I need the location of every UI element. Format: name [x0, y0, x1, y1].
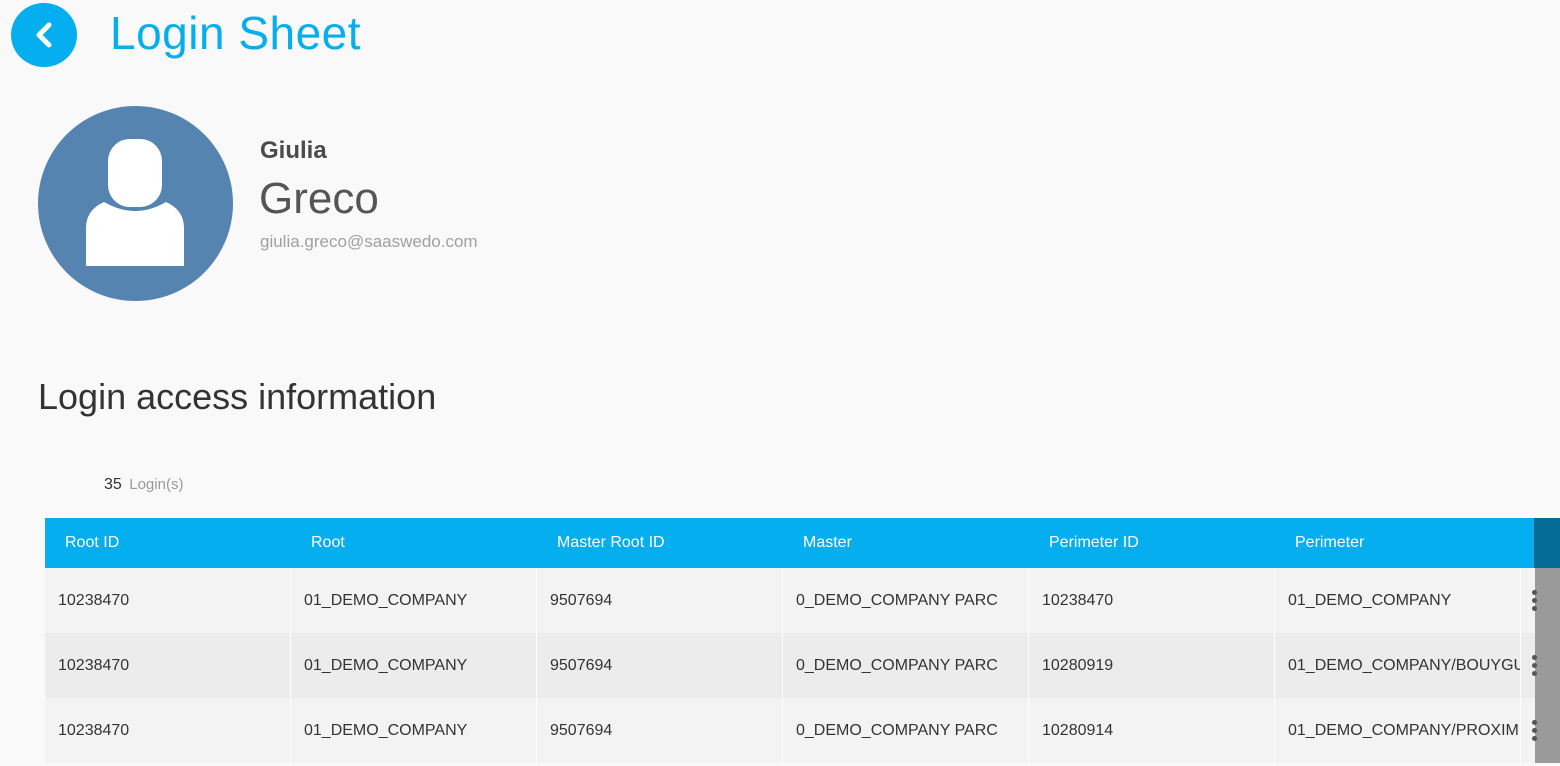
more-vertical-icon: [1532, 720, 1537, 741]
login-count: 35 Login(s): [104, 476, 183, 494]
more-vertical-icon: [1532, 655, 1537, 676]
column-header-root[interactable]: Root: [291, 518, 537, 568]
last-name: Greco: [259, 174, 379, 223]
column-header-master[interactable]: Master: [783, 518, 1029, 568]
cell-master: 0_DEMO_COMPANY PARC: [783, 698, 1029, 763]
column-header-root-id[interactable]: Root ID: [45, 518, 291, 568]
more-vertical-icon: [1532, 590, 1537, 611]
cell-master-root-id: 9507694: [537, 698, 783, 763]
table-body: 10238470 01_DEMO_COMPANY 9507694 0_DEMO_…: [45, 568, 1560, 763]
user-icon: [86, 139, 184, 266]
column-header-master-root-id[interactable]: Master Root ID: [537, 518, 783, 568]
cell-perimeter-id: 10280919: [1029, 633, 1275, 698]
cell-root: 01_DEMO_COMPANY: [291, 568, 537, 633]
row-menu-button[interactable]: [1521, 568, 1560, 633]
table-header: Root ID Root Master Root ID Master Perim…: [45, 518, 1560, 568]
column-header-perimeter-id[interactable]: Perimeter ID: [1029, 518, 1275, 568]
cell-master-root-id: 9507694: [537, 568, 783, 633]
table-row[interactable]: 10238470 01_DEMO_COMPANY 9507694 0_DEMO_…: [45, 698, 1560, 763]
cell-root-id: 10238470: [45, 568, 291, 633]
cell-root-id: 10238470: [45, 633, 291, 698]
cell-root-id: 10238470: [45, 698, 291, 763]
column-header-perimeter[interactable]: Perimeter: [1275, 518, 1521, 568]
cell-perimeter: 01_DEMO_COMPANY: [1275, 568, 1521, 633]
avatar: [38, 106, 233, 301]
login-table: Root ID Root Master Root ID Master Perim…: [45, 518, 1560, 763]
cell-root: 01_DEMO_COMPANY: [291, 633, 537, 698]
cell-root: 01_DEMO_COMPANY: [291, 698, 537, 763]
back-button[interactable]: [11, 3, 77, 67]
cell-master-root-id: 9507694: [537, 633, 783, 698]
row-menu-button[interactable]: [1521, 698, 1560, 763]
column-header-actions: [1534, 518, 1560, 568]
table-row[interactable]: 10238470 01_DEMO_COMPANY 9507694 0_DEMO_…: [45, 633, 1560, 698]
chevron-left-icon: [36, 22, 52, 48]
login-count-unit: Login(s): [129, 476, 184, 493]
first-name: Giulia: [260, 137, 327, 164]
cell-master: 0_DEMO_COMPANY PARC: [783, 568, 1029, 633]
page-title: Login Sheet: [110, 7, 362, 59]
cell-master: 0_DEMO_COMPANY PARC: [783, 633, 1029, 698]
table-row[interactable]: 10238470 01_DEMO_COMPANY 9507694 0_DEMO_…: [45, 568, 1560, 633]
email: giulia.greco@saaswedo.com: [260, 232, 478, 251]
cell-perimeter: 01_DEMO_COMPANY/BOUYGUE: [1275, 633, 1521, 698]
login-count-number: 35: [104, 476, 122, 493]
cell-perimeter: 01_DEMO_COMPANY/PROXIMU: [1275, 698, 1521, 763]
section-title: Login access information: [38, 376, 437, 417]
cell-perimeter-id: 10238470: [1029, 568, 1275, 633]
row-menu-button[interactable]: [1521, 633, 1560, 698]
cell-perimeter-id: 10280914: [1029, 698, 1275, 763]
